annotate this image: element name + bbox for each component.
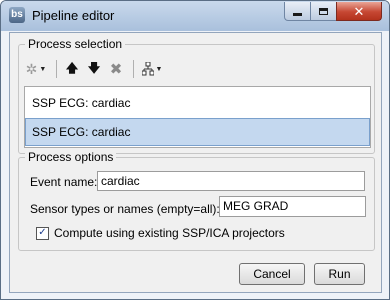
cancel-button[interactable]: Cancel [239,263,305,285]
sensor-types-label: Sensor types or names (empty=all): [30,202,220,216]
arrow-up-icon: 🡅 [65,60,79,75]
maximize-button[interactable] [310,2,337,21]
chevron-down-icon: ▼ [39,65,47,73]
close-icon: ✕ [353,3,365,19]
pipeline-editor-window: bs Pipeline editor ✕ Process selection ✲… [0,0,390,300]
toolbar-separator [133,60,134,78]
title-bar[interactable]: bs Pipeline editor ✕ [1,1,389,31]
maximize-icon [319,7,328,15]
move-up-button[interactable]: 🡅 [62,59,82,79]
move-down-button[interactable]: 🡇 [84,59,104,79]
process-selection-title: Process selection [25,37,126,51]
app-icon: bs [9,7,25,23]
process-list-item[interactable]: SSP ECG: cardiac [25,89,370,117]
dialog-body: Process selection ✲ ▼ 🡅 🡇 ✖ ▼ SSP ECG: c… [9,32,382,293]
window-title: Pipeline editor [32,8,115,23]
run-button[interactable]: Run [314,263,365,285]
toolbar-separator [56,60,57,78]
event-name-input[interactable]: cardiac [97,171,365,191]
process-item-label: SSP ECG: cardiac [32,125,131,139]
arrow-down-icon: 🡇 [87,60,101,75]
gear-icon: ✲ [25,60,38,77]
pipeline-tree-button[interactable]: ▼ [139,59,165,79]
checkmark-icon: ✓ [38,227,47,238]
compute-projectors-checkbox[interactable]: ✓ [36,226,49,240]
compute-projectors-label: Compute using existing SSP/ICA projector… [54,226,285,240]
tree-icon [141,62,154,76]
add-process-button[interactable]: ✲ ▼ [23,59,49,79]
compute-projectors-option[interactable]: ✓ Compute using existing SSP/ICA project… [36,226,285,240]
sensor-types-input[interactable]: MEG GRAD [219,196,366,217]
event-name-label: Event name: [30,175,98,189]
minimize-icon [293,12,302,16]
process-selection-group: Process selection ✲ ▼ 🡅 🡇 ✖ ▼ SSP ECG: c… [18,37,375,154]
delete-process-button[interactable]: ✖ [106,59,126,79]
process-toolbar: ✲ ▼ 🡅 🡇 ✖ ▼ [23,57,167,81]
process-options-group: Process options Event name: cardiac Sens… [18,150,375,251]
delete-icon: ✖ [109,61,123,78]
process-options-title: Process options [25,150,117,164]
process-list-item-selected[interactable]: SSP ECG: cardiac [25,118,370,146]
minimize-button[interactable] [284,2,311,21]
chevron-down-icon: ▼ [155,65,163,73]
process-item-label: SSP ECG: cardiac [32,96,131,110]
close-button[interactable]: ✕ [336,2,382,21]
process-list: SSP ECG: cardiac SSP ECG: cardiac [24,86,371,148]
